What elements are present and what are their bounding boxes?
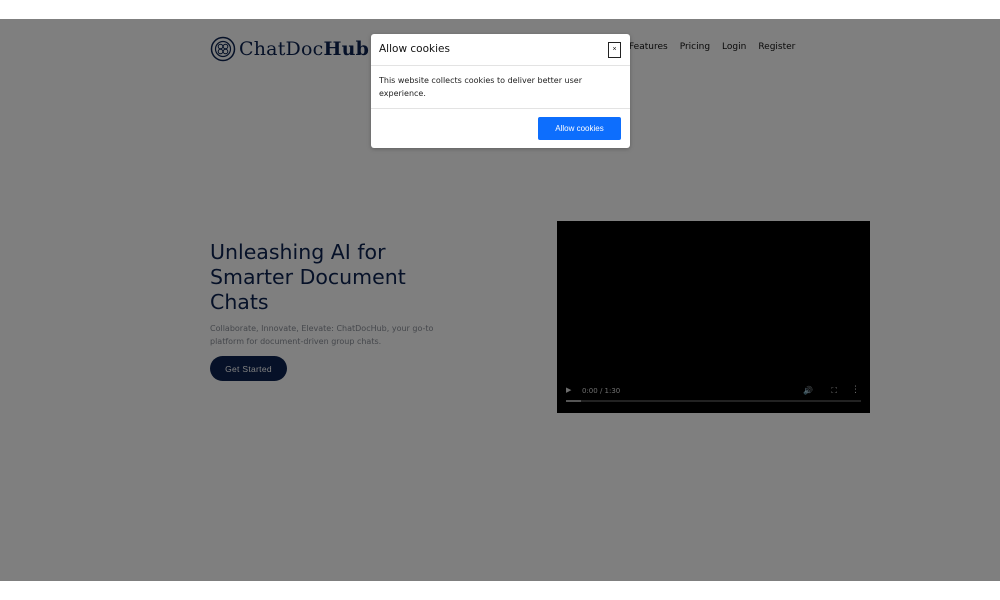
cookie-modal: Allow cookies × This website collects co… bbox=[371, 34, 630, 148]
modal-title: Allow cookies bbox=[379, 43, 450, 55]
modal-header: Allow cookies × bbox=[371, 34, 630, 66]
close-icon[interactable]: × bbox=[608, 42, 621, 58]
modal-message: This website collects cookies to deliver… bbox=[379, 76, 582, 98]
modal-footer: Allow cookies bbox=[371, 108, 630, 148]
page: ChatDocHub Features Pricing Login Regist… bbox=[0, 19, 1000, 581]
allow-cookies-button[interactable]: Allow cookies bbox=[538, 117, 621, 140]
